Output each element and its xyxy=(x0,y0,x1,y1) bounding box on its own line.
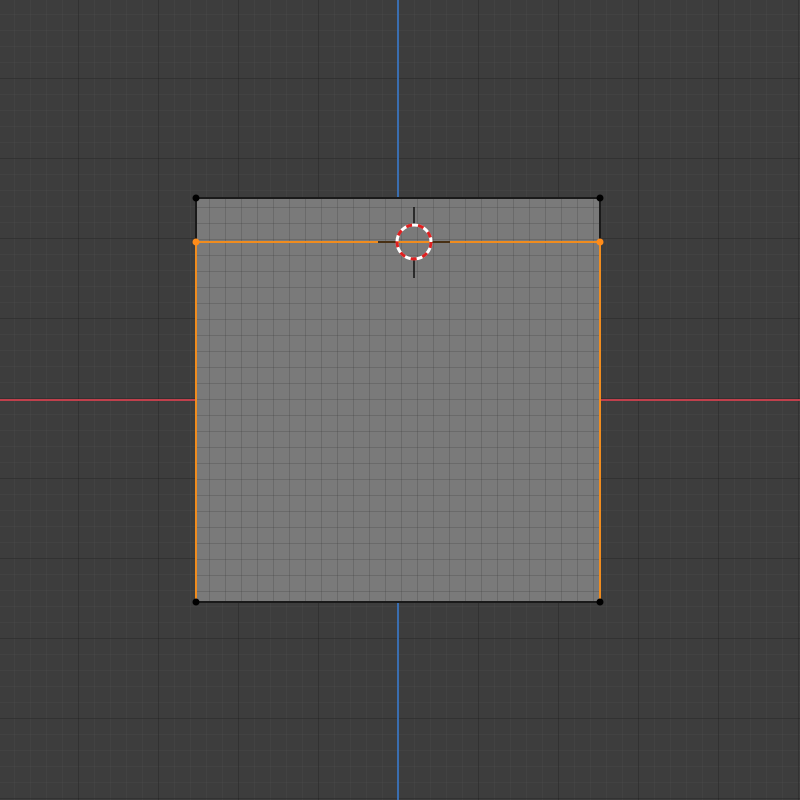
edge-left-upper[interactable] xyxy=(195,198,197,242)
edge-right-upper[interactable] xyxy=(599,198,601,242)
edge-bottom[interactable] xyxy=(196,601,600,603)
vertex-top-right[interactable] xyxy=(596,194,604,202)
3d-viewport[interactable] xyxy=(0,0,800,800)
vertex-bottom-left[interactable] xyxy=(192,598,200,606)
vertex-loop-right-selected[interactable] xyxy=(596,238,604,246)
vertex-bottom-right[interactable] xyxy=(596,598,604,606)
vertex-loop-left-selected[interactable] xyxy=(192,238,200,246)
edge-right-selected[interactable] xyxy=(599,242,601,602)
edge-top[interactable] xyxy=(196,197,600,199)
vertex-top-left[interactable] xyxy=(192,194,200,202)
edge-left-selected[interactable] xyxy=(195,242,197,602)
